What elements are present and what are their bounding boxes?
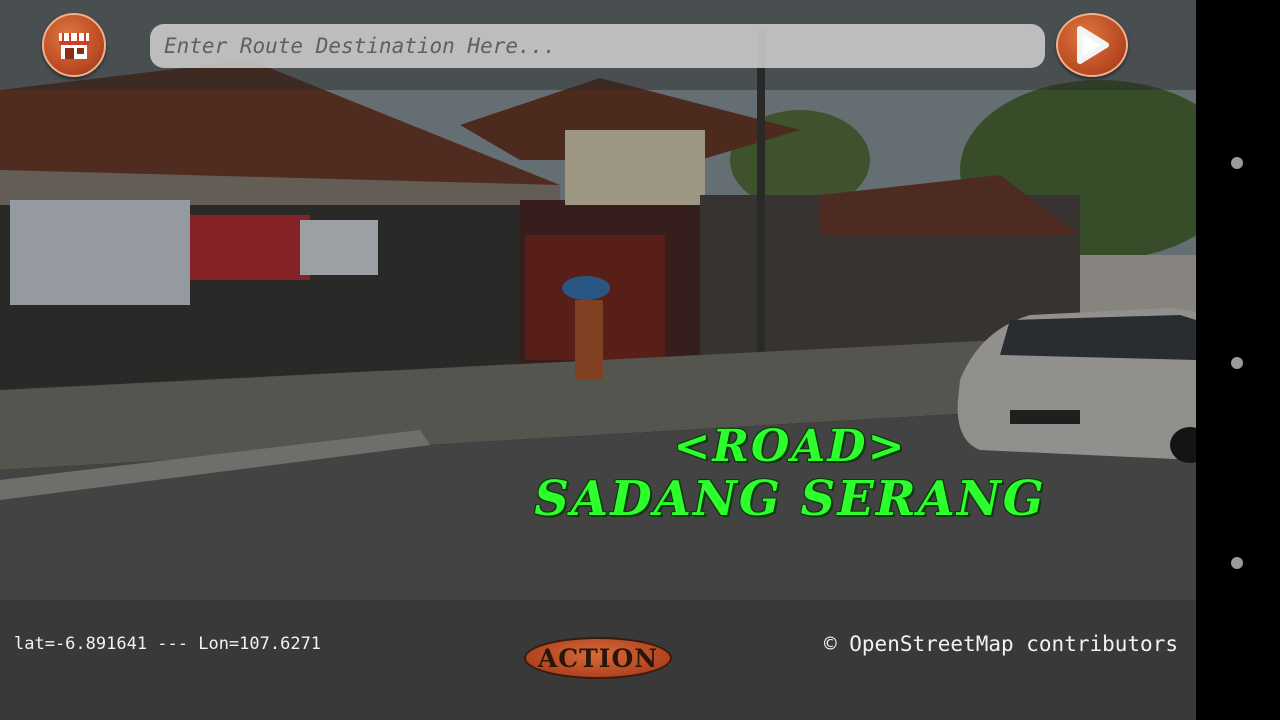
nav-recents-icon[interactable] — [1231, 557, 1243, 569]
shop-icon — [59, 33, 89, 59]
system-nav-bar — [1196, 0, 1280, 720]
map-attribution: © OpenStreetMap contributors — [823, 632, 1178, 656]
action-button[interactable]: ACTION — [524, 637, 672, 679]
play-icon — [1077, 26, 1109, 64]
top-bar — [0, 0, 1196, 90]
road-name-text: SADANG SERANG — [534, 471, 1046, 527]
shop-button[interactable] — [42, 13, 106, 77]
nav-home-icon[interactable] — [1231, 357, 1243, 369]
nav-back-icon[interactable] — [1231, 157, 1243, 169]
coordinates-readout: lat=-6.891641 --- Lon=107.6271 — [14, 634, 322, 654]
play-button[interactable] — [1056, 13, 1128, 77]
route-destination-input[interactable] — [150, 24, 1045, 68]
road-name-label: <ROAD> SADANG SERANG — [480, 421, 1100, 527]
road-type-label: <ROAD> — [673, 421, 907, 472]
bottom-bar: lat=-6.891641 --- Lon=107.6271 ACTION © … — [0, 600, 1196, 720]
